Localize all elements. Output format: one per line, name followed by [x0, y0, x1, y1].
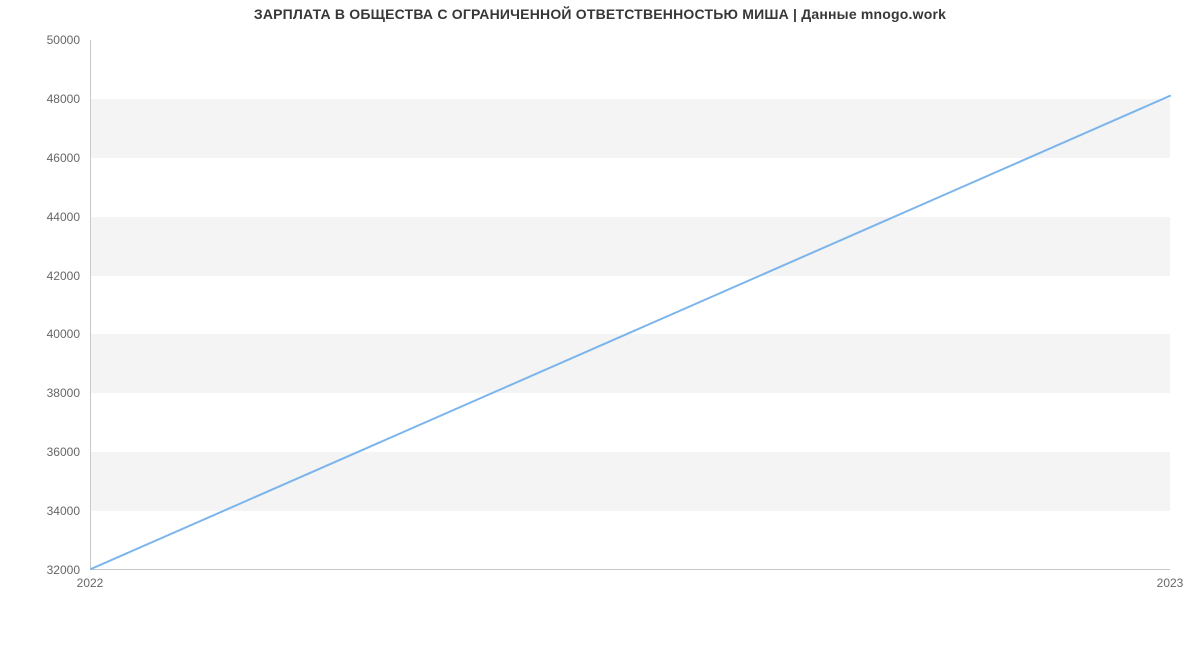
y-tick-label: 36000	[47, 445, 80, 459]
y-axis-labels: 3200034000360003800040000420004400046000…	[0, 40, 86, 570]
x-tick-label: 2023	[1157, 576, 1184, 590]
y-tick-label: 50000	[47, 33, 80, 47]
series-line	[91, 96, 1170, 569]
x-tick-label: 2022	[77, 576, 104, 590]
y-tick-label: 44000	[47, 210, 80, 224]
y-tick-label: 34000	[47, 504, 80, 518]
plot-area	[90, 40, 1170, 570]
y-tick-label: 32000	[47, 563, 80, 577]
y-tick-label: 38000	[47, 386, 80, 400]
y-tick-label: 42000	[47, 269, 80, 283]
y-tick-label: 46000	[47, 151, 80, 165]
line-layer	[91, 40, 1170, 569]
x-axis-labels: 20222023	[90, 572, 1170, 592]
chart-container: ЗАРПЛАТА В ОБЩЕСТВА С ОГРАНИЧЕННОЙ ОТВЕТ…	[0, 0, 1200, 650]
chart-title: ЗАРПЛАТА В ОБЩЕСТВА С ОГРАНИЧЕННОЙ ОТВЕТ…	[0, 6, 1200, 22]
y-tick-label: 48000	[47, 92, 80, 106]
y-tick-label: 40000	[47, 327, 80, 341]
